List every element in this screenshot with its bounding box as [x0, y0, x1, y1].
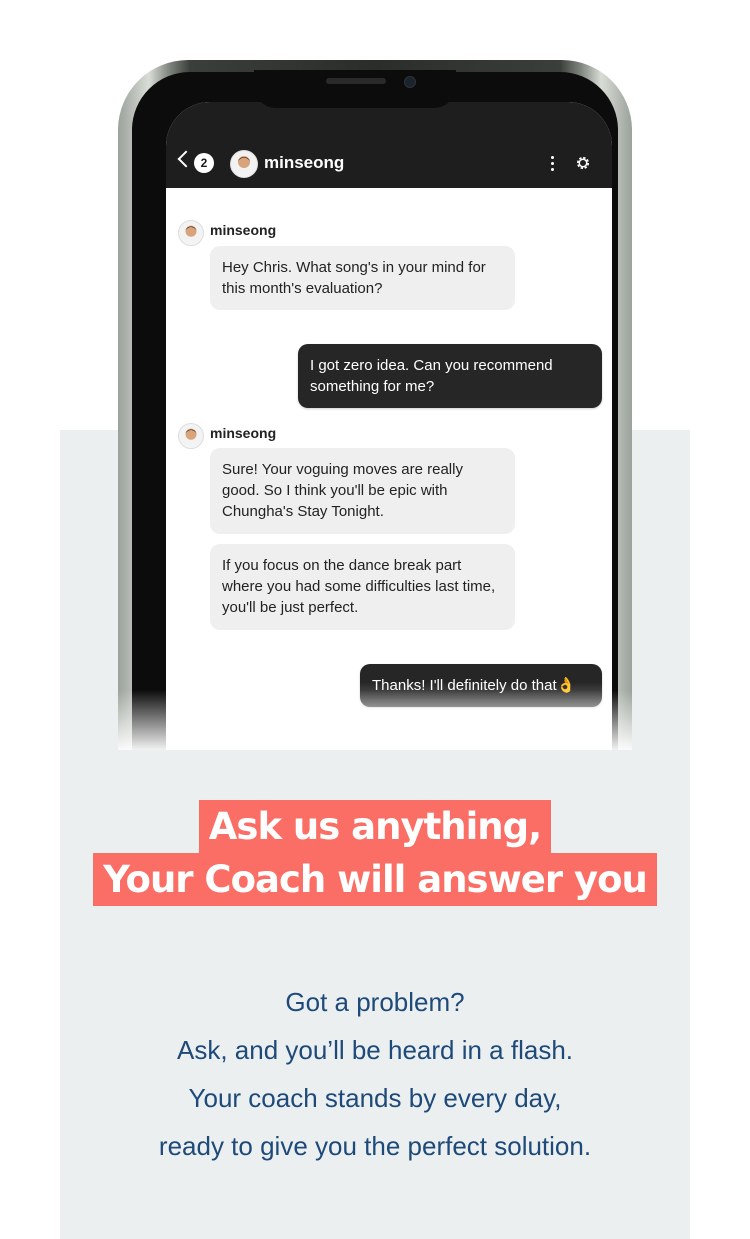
- description-line-4: ready to give you the perfect solution.: [158, 1131, 592, 1161]
- phone-bezel: 2 minseong minseong Hey Chris. What song…: [132, 70, 618, 750]
- person-avatar-icon: [182, 225, 200, 245]
- description: Got a problem? Ask, and you’ll be heard …: [60, 978, 690, 1170]
- phone-mockup: 2 minseong minseong Hey Chris. What song…: [118, 60, 632, 750]
- incoming-message[interactable]: Sure! Your voguing moves are really good…: [210, 448, 515, 534]
- phone-screen: 2 minseong minseong Hey Chris. What song…: [166, 102, 612, 750]
- speaker-grille: [326, 78, 386, 84]
- description-line-1: Got a problem?: [285, 987, 465, 1017]
- headline-line-1: Ask us anything,: [198, 800, 552, 853]
- phone-notch: [254, 70, 456, 108]
- unread-count-badge: 2: [194, 153, 214, 173]
- description-line-3: Your coach stands by every day,: [188, 1083, 562, 1113]
- phone-fade: [118, 690, 632, 750]
- gear-icon[interactable]: [574, 154, 592, 172]
- contact-avatar[interactable]: [230, 150, 258, 178]
- person-avatar-icon: [182, 428, 200, 448]
- phone-frame: 2 minseong minseong Hey Chris. What song…: [118, 60, 632, 750]
- back-chevron-icon[interactable]: [177, 150, 195, 168]
- headline: Ask us anything, Your Coach will answer …: [0, 800, 750, 906]
- chat-header: 2 minseong: [166, 102, 612, 188]
- incoming-message[interactable]: If you focus on the dance break part whe…: [210, 544, 515, 630]
- incoming-message[interactable]: Hey Chris. What song's in your mind for …: [210, 246, 515, 310]
- headline-line-2: Your Coach will answer you: [93, 853, 657, 906]
- sender-name: minseong: [210, 222, 277, 238]
- outgoing-message[interactable]: I got zero idea. Can you recommend somet…: [298, 344, 602, 408]
- camera-icon: [404, 76, 416, 88]
- contact-name: minseong: [264, 153, 345, 172]
- more-options-icon[interactable]: [550, 154, 554, 174]
- description-line-2: Ask, and you’ll be heard in a flash.: [176, 1035, 574, 1065]
- sender-avatar[interactable]: [178, 220, 204, 246]
- sender-avatar[interactable]: [178, 423, 204, 449]
- person-avatar-icon: [235, 156, 253, 177]
- sender-name: minseong: [210, 425, 277, 441]
